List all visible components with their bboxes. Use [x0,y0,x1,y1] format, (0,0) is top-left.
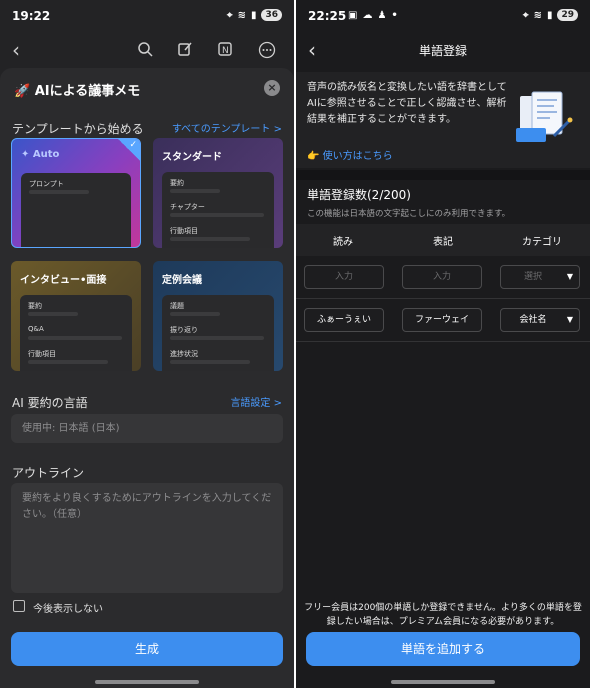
japanese-only-note: この機能は日本語の文字起こしにのみ利用できます。 [307,209,511,219]
search-icon[interactable] [136,41,154,59]
location-icon: ⌖ [522,9,529,21]
entry-reading[interactable]: ふぁーうぇい [304,308,384,332]
column-notation: 表記 [433,237,453,248]
left-screen: 19:22 ⌖ ≋ ▮ 36 ‹ N 🚀 AIによる議事メモ × テンプレートか… [0,0,294,688]
status-time: 22:25 [308,9,347,23]
template-name: スタンダード [162,152,222,163]
language-heading: AI 要約の言語 [12,396,88,410]
header: ‹ 単語登録 [296,32,590,68]
dictionary-illustration-icon [516,91,573,142]
dont-show-label: 今後表示しない [33,604,103,615]
svg-text:N: N [222,46,229,56]
dropdown-arrow-icon: ▼ [566,315,573,324]
notion-icon[interactable]: N [216,41,234,59]
column-headers: 読み 表記 カテゴリ [296,224,590,256]
dot-icon: • [391,10,398,21]
top-toolbar: ‹ N [0,32,294,68]
outline-heading: アウトライン [12,466,85,480]
edit-icon[interactable] [176,41,194,59]
ai-memo-sheet: 🚀 AIによる議事メモ × テンプレートから始める すべてのテンプレート > ✦… [0,68,294,688]
language-settings-link[interactable]: 言語設定 > [230,394,282,409]
language-field[interactable]: 使用中: 日本語 (日本) [11,414,283,443]
template-name: インタビュー•面接 [20,275,107,286]
generate-button[interactable]: 生成 [11,632,283,666]
status-bar: 19:22 ⌖ ≋ ▮ 36 [0,0,294,30]
wifi-icon: ≋ [533,9,542,21]
right-screen: 22:25 ▣ ☁ ♟ • ⌖ ≋ ▮ 29 ‹ 単語登録 音声の読み仮名と変換… [296,0,590,688]
info-panel: 音声の読み仮名と変換したい語を辞書としてAIに参照させることで正しく認識させ、解… [296,72,590,168]
signal-icon: ▮ [250,9,257,21]
template-card-auto[interactable]: ✦ Auto ✓ プロンプト [11,138,141,248]
category-select[interactable]: 選択 ▼ [500,265,580,289]
status-time: 19:22 [12,9,51,23]
add-word-button[interactable]: 単語を追加する [306,632,580,666]
template-card-standard[interactable]: スタンダード 要約 チャプター 行動項目 [153,138,283,248]
reading-input[interactable]: 入力 [304,265,384,289]
dont-show-checkbox[interactable] [13,600,25,612]
home-indicator[interactable] [95,680,199,684]
template-name: 定例会議 [162,275,202,286]
sheet-title: 🚀 AIによる議事メモ [14,84,141,99]
screenshot-icon: ▣ [348,10,358,21]
entry-notation[interactable]: ファーウェイ [402,308,482,332]
column-reading: 読み [333,237,353,248]
cloud-icon: ☁ [362,10,373,21]
outline-textarea[interactable]: 要約をより良くするためにアウトラインを入力してください。（任意） [11,483,283,593]
input-row: 入力 入力 選択 ▼ [296,256,590,298]
all-templates-link[interactable]: すべてのテンプレート > [172,120,282,135]
home-indicator[interactable] [391,680,495,684]
template-card-interview[interactable]: インタビュー•面接 要約 Q&A 行動項目 [11,261,141,371]
how-to-link[interactable]: 👉 使い方はこちら [307,147,393,162]
battery-icon: 36 [261,9,282,21]
notation-input[interactable]: 入力 [402,265,482,289]
selected-check-icon: ✓ [118,139,140,161]
template-card-regular-meeting[interactable]: 定例会議 議題 振り返り 進捗状況 [153,261,283,371]
close-icon[interactable]: × [264,80,280,96]
status-bar: 22:25 ▣ ☁ ♟ • ⌖ ≋ ▮ 29 [296,0,590,30]
word-entry-row: ふぁーうぇい ファーウェイ 会社名 ▼ [296,299,590,341]
word-count: 単語登録数(2/200) [307,188,411,202]
location-icon: ⌖ [226,9,233,21]
templates-heading: テンプレートから始める [12,122,144,136]
more-icon[interactable] [258,41,276,59]
divider [296,170,590,180]
entry-category-select[interactable]: 会社名 ▼ [500,308,580,332]
template-name: ✦ Auto [21,149,60,160]
back-icon[interactable]: ‹ [12,38,20,62]
info-text: 音声の読み仮名と変換したい語を辞書としてAIに参照させることで正しく認識させ、解… [307,82,507,125]
wifi-icon: ≋ [237,9,246,21]
notification-icon: ♟ [377,10,387,21]
page-title: 単語登録 [418,44,467,58]
free-plan-note: フリー会員は200個の単語しか登録できません。より多くの単語を登録したい場合は、… [304,603,582,627]
signal-icon: ▮ [546,9,553,21]
battery-icon: 29 [557,9,578,21]
column-category: カテゴリ [522,237,562,248]
dropdown-arrow-icon: ▼ [566,272,573,281]
